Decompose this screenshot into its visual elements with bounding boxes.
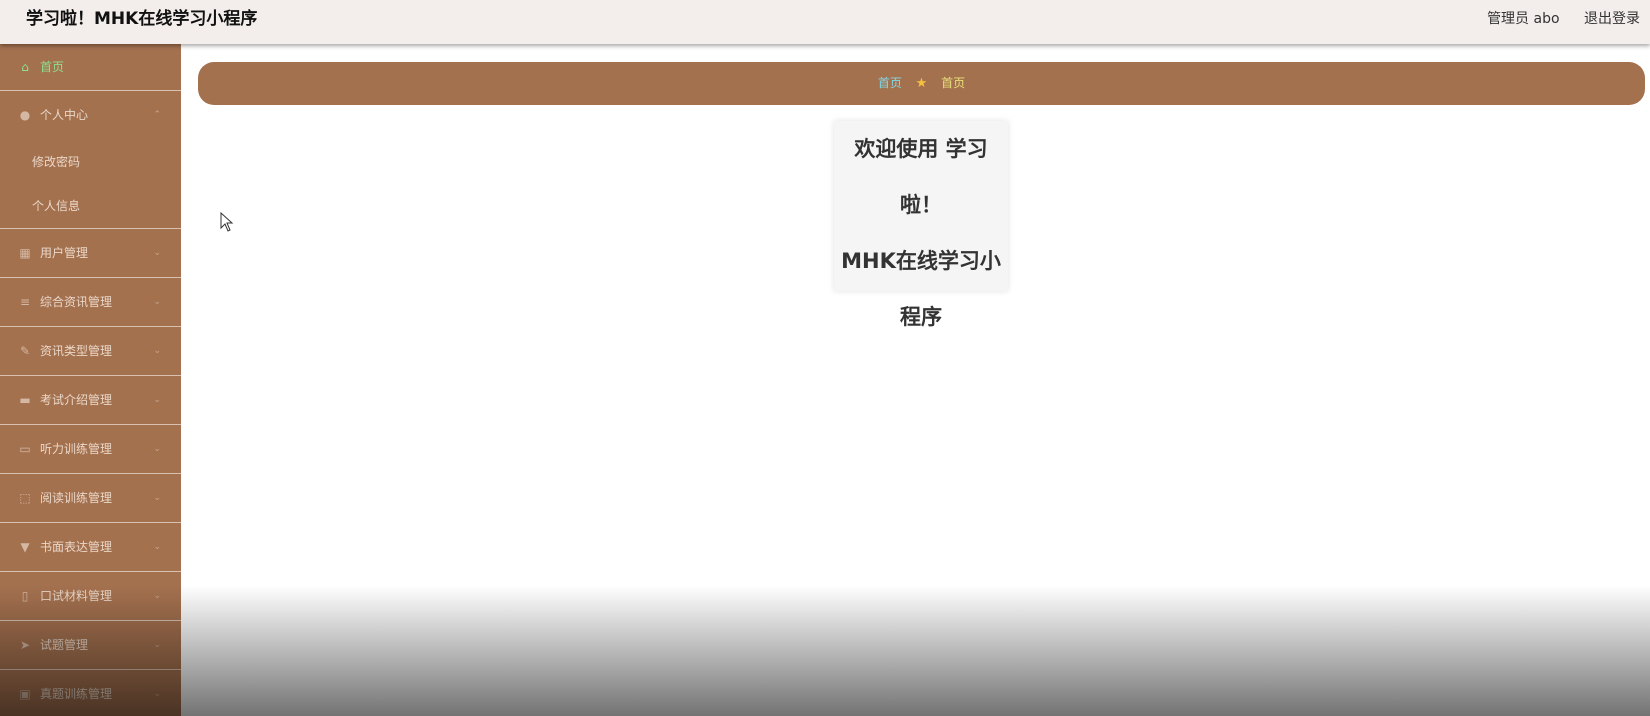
top-bar: 学习啦！MHK在线学习小程序 管理员 abo 退出登录 <box>0 0 1650 44</box>
home-icon: ⌂ <box>21 60 29 74</box>
sidebar-item-reading[interactable]: ⬚ 阅读训练管理 ⌄ <box>0 474 181 523</box>
sidebar-item-label: 考试介绍管理 <box>40 393 113 407</box>
sidebar-item-label: 试题管理 <box>40 638 89 652</box>
sidebar-item-past-exams[interactable]: ▣ 真题训练管理 ⌄ <box>0 670 181 716</box>
star-icon: ★ <box>915 76 928 91</box>
sidebar-item-oral[interactable]: ▯ 口试材料管理 ⌄ <box>0 572 181 621</box>
bottom-shadow-overlay <box>0 585 1650 716</box>
sidebar-item-label: 个人中心 <box>40 108 89 122</box>
breadcrumb-current: 首页 <box>941 76 966 90</box>
chevron-down-icon: ⌄ <box>153 689 161 699</box>
frame-icon: ⬚ <box>19 491 31 505</box>
user-icon: ● <box>19 108 31 122</box>
sidebar-item-label: 真题训练管理 <box>40 687 113 701</box>
sidebar-item-label: 资讯类型管理 <box>40 344 113 358</box>
chevron-down-icon: ⌄ <box>153 493 161 503</box>
chevron-down-icon: ⌄ <box>153 395 161 405</box>
chevron-up-icon: ⌃ <box>153 110 161 120</box>
sidebar-item-label: 听力训练管理 <box>40 442 113 456</box>
welcome-line-3: 程序 <box>900 305 942 329</box>
chevron-down-icon: ⌄ <box>153 346 161 356</box>
top-right-menu: 管理员 abo 退出登录 <box>1467 0 1640 38</box>
chevron-down-icon: ⌄ <box>153 542 161 552</box>
list-icon: ≡ <box>19 295 31 309</box>
mouse-cursor-icon <box>220 212 234 232</box>
sidebar-item-home[interactable]: ⌂ 首页 <box>0 44 181 91</box>
sidebar-item-news[interactable]: ≡ 综合资讯管理 ⌄ <box>0 278 181 327</box>
chat-icon: ▭ <box>19 442 31 456</box>
brush-icon: ▼ <box>20 540 30 554</box>
logout-button[interactable]: 退出登录 <box>1584 11 1640 27</box>
sidebar-item-label: 书面表达管理 <box>40 540 113 554</box>
app-title: 学习啦！MHK在线学习小程序 <box>26 9 258 29</box>
chevron-down-icon: ⌄ <box>153 640 161 650</box>
sidebar-item-listening[interactable]: ▭ 听力训练管理 ⌄ <box>0 425 181 474</box>
sidebar-item-exam-intro[interactable]: ▬ 考试介绍管理 ⌄ <box>0 376 181 425</box>
edit-icon: ✎ <box>19 344 31 358</box>
sidebar-item-label: 口试材料管理 <box>40 589 113 603</box>
sidebar: ⌂ 首页 ● 个人中心 ⌃ 修改密码 个人信息 ▦ 用户管理 ⌄ ≡ 综合资讯管… <box>0 44 181 716</box>
grid-icon: ▦ <box>19 246 31 260</box>
breadcrumb-home-link[interactable]: 首页 <box>878 76 902 90</box>
briefcase-icon: ▣ <box>19 687 31 701</box>
sidebar-item-writing[interactable]: ▼ 书面表达管理 ⌄ <box>0 523 181 572</box>
sidebar-item-label: 首页 <box>40 60 65 74</box>
sidebar-item-label: 用户管理 <box>40 246 89 260</box>
send-icon: ➤ <box>19 638 31 652</box>
chevron-down-icon: ⌄ <box>153 591 161 601</box>
mic-icon: ▯ <box>21 589 29 603</box>
welcome-card: 欢迎使用 学习啦！ MHK在线学习小 程序 <box>834 121 1008 329</box>
chevron-down-icon: ⌄ <box>153 297 161 307</box>
welcome-line-1: 欢迎使用 学习啦！ <box>854 137 988 217</box>
sidebar-item-label: 综合资讯管理 <box>40 295 113 309</box>
breadcrumb: 首页 ★ 首页 <box>198 62 1645 105</box>
sidebar-item-questions[interactable]: ➤ 试题管理 ⌄ <box>0 621 181 670</box>
admin-user-label[interactable]: 管理员 abo <box>1487 11 1559 27</box>
sidebar-item-label: 阅读训练管理 <box>40 491 113 505</box>
sidebar-item-users[interactable]: ▦ 用户管理 ⌄ <box>0 229 181 278</box>
sidebar-subitem-profile[interactable]: 个人信息 <box>0 184 181 228</box>
chevron-down-icon: ⌄ <box>153 248 161 258</box>
cup-icon: ▬ <box>19 393 31 407</box>
submenu-personal: 修改密码 个人信息 <box>0 140 181 229</box>
welcome-line-2: MHK在线学习小 <box>841 249 1001 273</box>
sidebar-item-personal[interactable]: ● 个人中心 ⌃ <box>0 91 181 140</box>
sidebar-item-news-type[interactable]: ✎ 资讯类型管理 ⌄ <box>0 327 181 376</box>
sidebar-subitem-password[interactable]: 修改密码 <box>0 140 181 184</box>
chevron-down-icon: ⌄ <box>153 444 161 454</box>
